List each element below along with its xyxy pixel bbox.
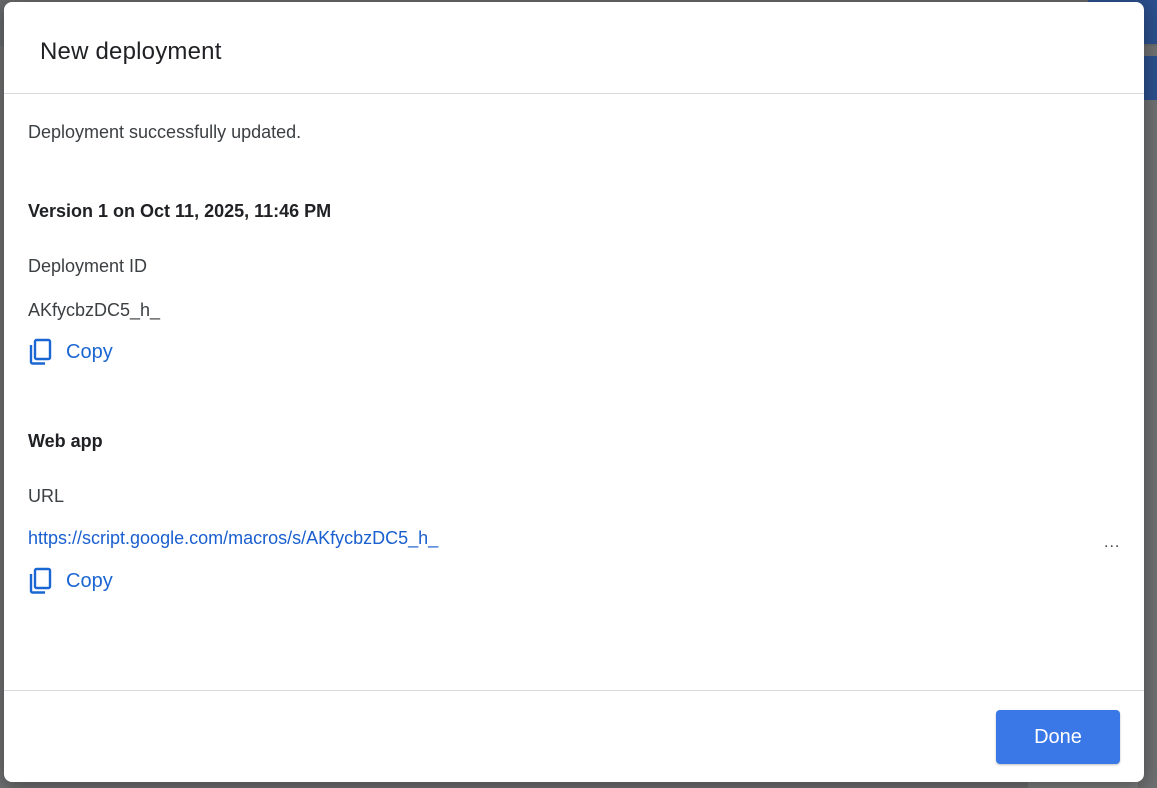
copy-icon [28,567,52,595]
url-truncation-ellipsis: ... [1104,534,1121,551]
header-divider [4,93,1144,94]
deployment-id-label: Deployment ID [28,256,148,276]
url-label: URL [28,486,65,506]
background-side-button [1144,56,1157,100]
version-heading: Version 1 on Oct 11, 2025, 11:46 PM [28,201,332,221]
copy-url-button[interactable]: Copy [28,567,113,595]
copy-icon [28,338,52,366]
deployment-id-value: AKfycbzDC5_h_ [28,300,161,320]
copy-deployment-id-button[interactable]: Copy [28,338,113,366]
copy-deployment-id-label: Copy [66,340,113,363]
web-app-url-link[interactable]: https://script.google.com/macros/s/AKfyc… [28,528,438,549]
status-message: Deployment successfully updated. [28,122,302,142]
copy-url-label: Copy [66,569,113,592]
footer-divider [4,690,1144,691]
dialog-title: New deployment [40,38,222,65]
web-app-heading: Web app [28,431,103,451]
done-button[interactable]: Done [996,710,1120,764]
new-deployment-dialog: New deployment Deployment successfully u… [4,2,1144,782]
